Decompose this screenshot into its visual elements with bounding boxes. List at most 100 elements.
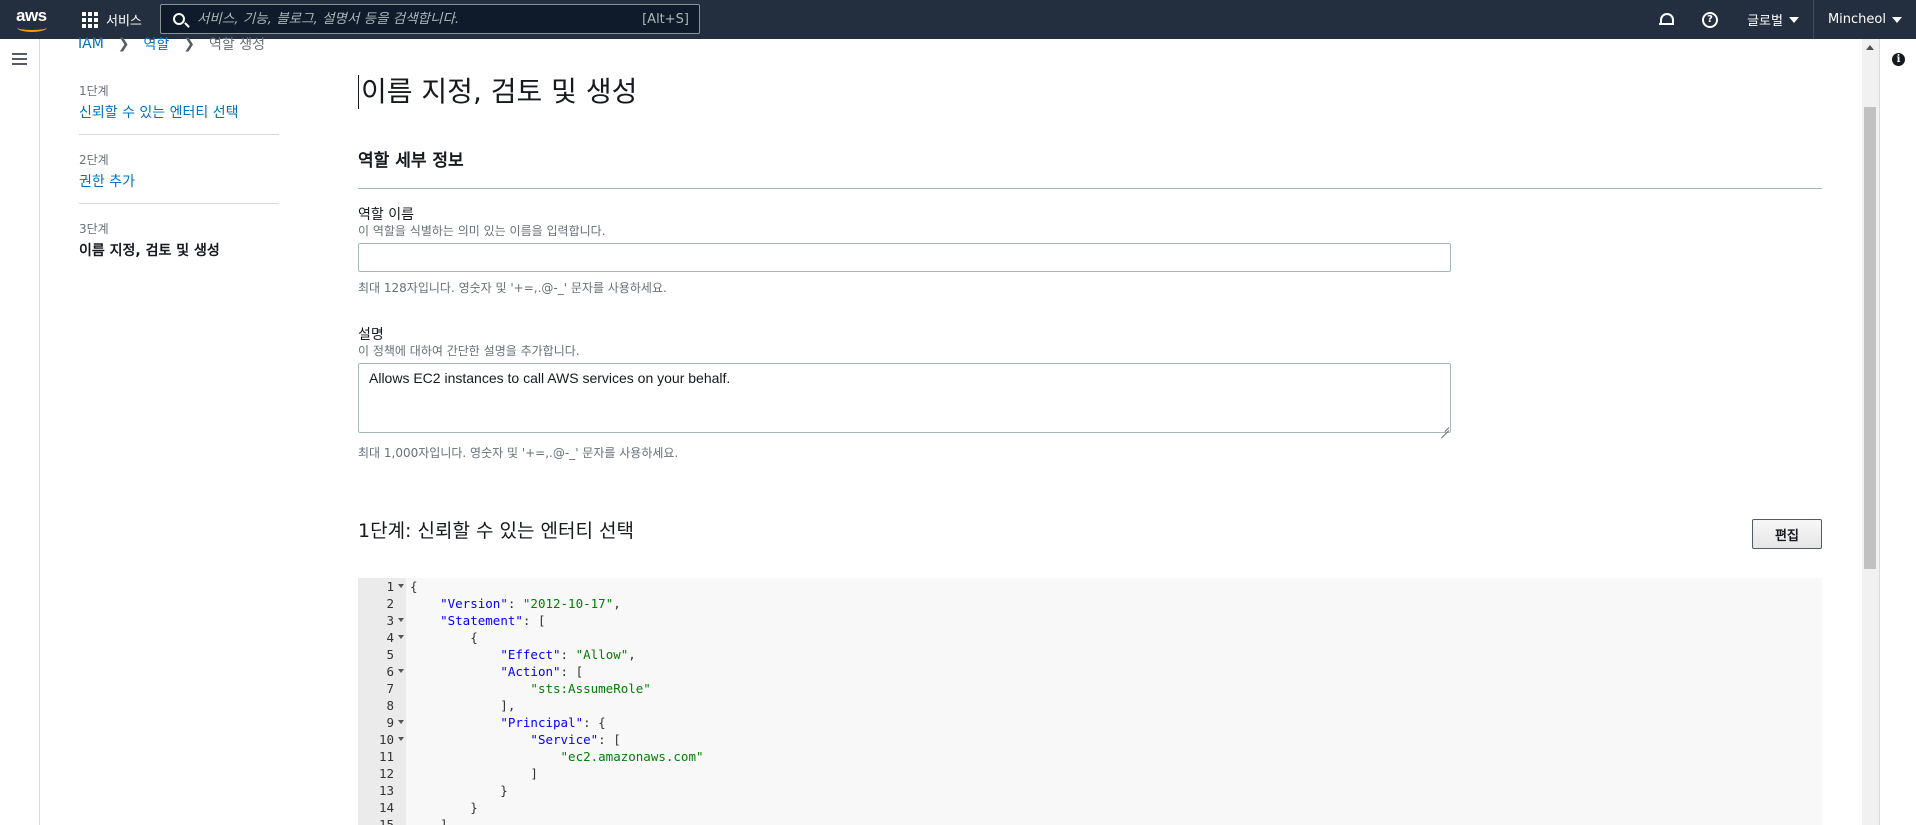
code-text: "Principal": { — [500, 715, 606, 730]
code-text: } — [410, 800, 478, 815]
step-current-label: 이름 지정, 검토 및 생성 — [79, 243, 220, 259]
code-text: "ec2.amazonaws.com" — [560, 749, 704, 764]
code-line: 10 "Service": [ — [358, 731, 1822, 748]
info-rail: i — [1879, 39, 1916, 825]
step-number: 1단계 — [79, 84, 109, 98]
code-line: 14 } — [358, 799, 1822, 816]
page-scrollbar[interactable] — [1862, 39, 1879, 825]
description-hint: 최대 1,000자입니다. 영숫자 및 '+=,.@-_' 문자를 사용하세요. — [358, 446, 679, 460]
role-name-hint: 최대 128자입니다. 영숫자 및 '+=,.@-_' 문자를 사용하세요. — [358, 281, 667, 295]
aws-logo-smile — [17, 23, 47, 32]
code-text: { — [410, 579, 418, 594]
line-number: 14 — [378, 800, 394, 815]
code-text: ], — [410, 698, 516, 713]
search-bar[interactable]: [Alt+S] — [160, 4, 700, 34]
role-name-input[interactable] — [358, 243, 1451, 272]
line-number: 11 — [378, 749, 394, 764]
section-title: 역할 세부 정보 — [358, 151, 464, 171]
fold-arrow-icon[interactable] — [398, 737, 404, 741]
help-button[interactable]: ? — [1687, 0, 1732, 39]
trust-policy-editor[interactable]: 1{2 "Version": "2012-10-17", 3 "Statement… — [358, 578, 1822, 825]
edit-button[interactable]: 편집 — [1752, 519, 1822, 549]
line-number: 3 — [386, 613, 394, 628]
hamburger-icon[interactable] — [12, 53, 27, 65]
aws-logo[interactable]: aws — [16, 7, 50, 33]
code-text: "Service": [ — [530, 732, 621, 747]
scroll-up-arrow-icon[interactable] — [1866, 45, 1874, 50]
search-icon — [173, 13, 185, 25]
wizard-step-1: 1단계 신뢰할 수 있는 엔터티 선택 — [79, 82, 279, 135]
line-number: 6 — [386, 664, 394, 679]
line-number: 10 — [378, 732, 394, 747]
grid-icon — [82, 11, 98, 28]
fold-arrow-icon[interactable] — [398, 584, 404, 588]
breadcrumb-iam[interactable]: IAM — [78, 36, 104, 52]
wizard-step-2: 2단계 권한 추가 — [79, 151, 279, 204]
fold-arrow-icon[interactable] — [398, 635, 404, 639]
bell-icon — [1659, 12, 1675, 27]
breadcrumb-roles[interactable]: 역할 — [144, 34, 170, 54]
top-nav: aws 서비스 [Alt+S] ? 글로벌 Mincheol — [0, 0, 1916, 39]
region-menu[interactable]: 글로벌 — [1732, 0, 1813, 39]
fold-arrow-icon[interactable] — [398, 720, 404, 724]
role-name-label: 역할 이름 — [358, 207, 414, 223]
scrollbar-thumb[interactable] — [1864, 107, 1876, 569]
code-text: "Statement": [ — [440, 613, 546, 628]
aws-logo-text: aws — [16, 6, 47, 25]
code-line: 6 "Action": [ — [358, 663, 1822, 680]
breadcrumb-current: 역할 생성 — [209, 37, 266, 53]
code-line: 4 { — [358, 629, 1822, 646]
step-link[interactable]: 권한 추가 — [79, 171, 279, 191]
breadcrumb: IAM ❯ 역할 ❯ 역할 생성 — [78, 34, 265, 54]
role-name-description: 이 역할을 식별하는 의미 있는 이름을 입력합니다. — [358, 224, 606, 238]
notifications-button[interactable] — [1644, 0, 1687, 39]
line-number: 9 — [386, 715, 394, 730]
code-line: 12 ] — [358, 765, 1822, 782]
fold-arrow-icon[interactable] — [398, 669, 404, 673]
description-textarea[interactable]: Allows EC2 instances to call AWS service… — [358, 363, 1451, 433]
services-label: 서비스 — [106, 14, 142, 29]
caret-down-icon — [1892, 16, 1902, 23]
resize-handle-icon[interactable] — [1441, 423, 1449, 431]
code-line: 13 } — [358, 782, 1822, 799]
code-text: "Action": [ — [500, 664, 584, 679]
chevron-right-icon: ❯ — [117, 36, 130, 52]
line-number: 4 — [386, 630, 394, 645]
search-shortcut: [Alt+S] — [642, 11, 689, 27]
code-text: ] — [410, 817, 448, 825]
step-number: 3단계 — [79, 222, 109, 236]
search-input[interactable] — [197, 11, 643, 27]
info-icon[interactable]: i — [1892, 53, 1905, 66]
step-number: 2단계 — [79, 153, 109, 167]
line-number: 7 — [386, 681, 394, 696]
code-line: 7 "sts:AssumeRole" — [358, 680, 1822, 697]
line-number: 12 — [378, 766, 394, 781]
code-text: "sts:AssumeRole" — [530, 681, 651, 696]
divider — [358, 188, 1822, 189]
account-label: Mincheol — [1827, 12, 1886, 27]
code-line: 15 ] — [358, 816, 1822, 825]
code-text: "Version": "2012-10-17", — [440, 596, 621, 611]
line-number: 8 — [386, 698, 394, 713]
nav-right: ? 글로벌 Mincheol — [1644, 0, 1916, 39]
line-number: 1 — [386, 579, 394, 594]
fold-arrow-icon[interactable] — [398, 618, 404, 622]
page-title: 이름 지정, 검토 및 생성 — [358, 75, 637, 109]
wizard-steps: 1단계 신뢰할 수 있는 엔터티 선택 2단계 권한 추가 3단계 이름 지정,… — [79, 82, 279, 288]
description-label: 설명 — [358, 327, 384, 343]
left-rail — [0, 39, 40, 825]
code-line: 9 "Principal": { — [358, 714, 1822, 731]
code-line: 11 "ec2.amazonaws.com" — [358, 748, 1822, 765]
line-number: 15 — [378, 817, 394, 825]
line-number: 13 — [378, 783, 394, 798]
code-line: 3 "Statement": [ — [358, 612, 1822, 629]
wizard-step-3: 3단계 이름 지정, 검토 및 생성 — [79, 220, 279, 272]
line-number: 2 — [386, 596, 394, 611]
account-menu[interactable]: Mincheol — [1812, 0, 1916, 39]
step1-section-title: 1단계: 신뢰할 수 있는 엔터티 선택 — [358, 520, 634, 542]
code-text: } — [410, 783, 508, 798]
code-text: "Effect": "Allow", — [500, 647, 636, 662]
step-link[interactable]: 신뢰할 수 있는 엔터티 선택 — [79, 102, 279, 122]
caret-down-icon — [1788, 16, 1799, 23]
code-line: 2 "Version": "2012-10-17", — [358, 595, 1822, 612]
